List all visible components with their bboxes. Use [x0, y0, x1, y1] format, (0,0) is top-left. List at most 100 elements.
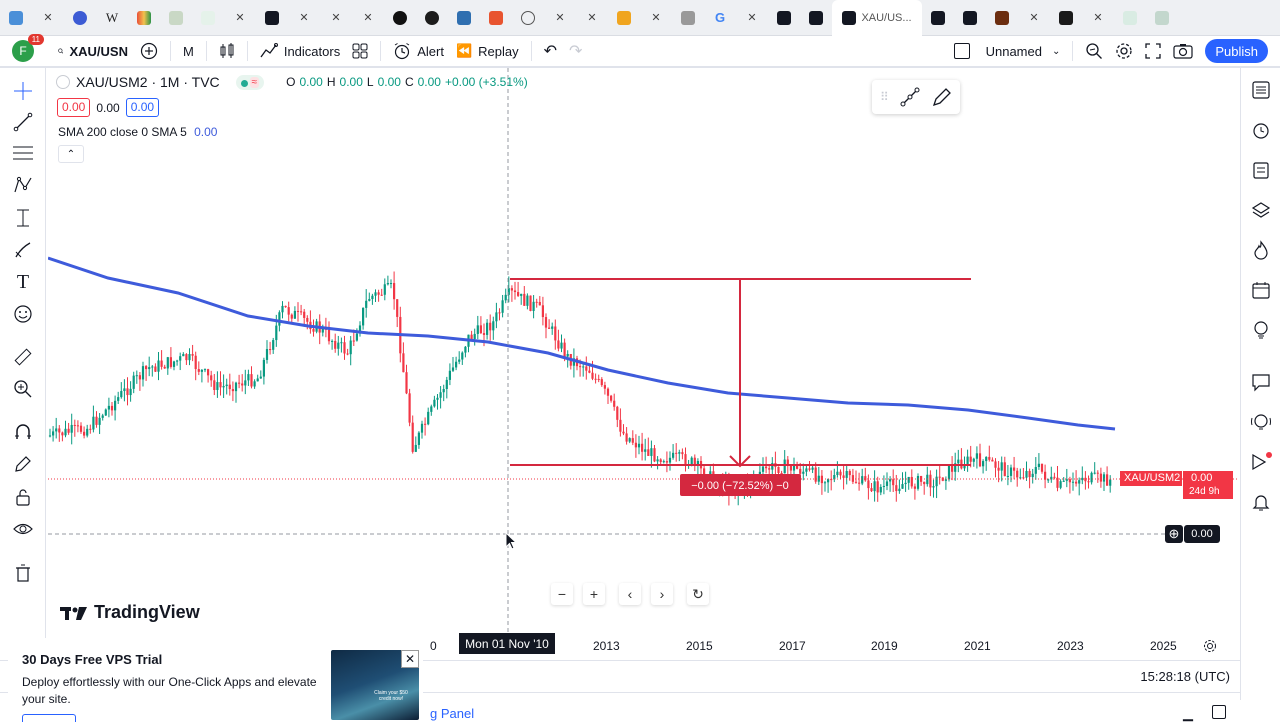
tab-close-5[interactable]: ✕	[544, 0, 576, 36]
calendar-button[interactable]	[1249, 278, 1273, 302]
tab-close-6[interactable]: ✕	[576, 0, 608, 36]
brush-tool[interactable]	[12, 239, 34, 261]
tab-close-8[interactable]: ✕	[736, 0, 768, 36]
tab-bars[interactable]	[608, 0, 640, 36]
fullscreen-button[interactable]	[1139, 36, 1167, 66]
tab-favicon-7[interactable]	[672, 0, 704, 36]
price-chart[interactable]: −0.00 (−72.52%) −0	[48, 68, 1238, 638]
templates-button[interactable]	[346, 36, 374, 66]
publish-button[interactable]: Publish	[1205, 39, 1268, 63]
tradingview-logo[interactable]: TradingView	[60, 602, 200, 623]
ruler-tool[interactable]	[12, 346, 34, 368]
icon-tool[interactable]	[12, 303, 34, 325]
trading-panel-tab[interactable]: g Panel	[430, 706, 474, 721]
tab-close-10[interactable]: ✕	[1082, 0, 1114, 36]
symbol-search[interactable]: XAU/USN	[52, 36, 134, 66]
tab-tv-2[interactable]	[768, 0, 800, 36]
tab-favicon-8[interactable]	[986, 0, 1018, 36]
quick-search-button[interactable]	[1079, 36, 1109, 66]
drag-handle-icon[interactable]: ⠿	[880, 90, 889, 104]
tab-favicon-6[interactable]	[480, 0, 512, 36]
buy-price[interactable]: 0.00	[125, 98, 160, 117]
tab-news[interactable]	[128, 0, 160, 36]
tab-close-3[interactable]: ✕	[320, 0, 352, 36]
zoom-in-button[interactable]: +	[583, 583, 605, 605]
watchlist-button[interactable]	[1249, 78, 1273, 102]
streams-button[interactable]	[1249, 450, 1273, 474]
tab-compass[interactable]	[512, 0, 544, 36]
indicators-button[interactable]: Indicators	[254, 36, 346, 66]
tab-favicon-4[interactable]	[416, 0, 448, 36]
crosshair-tool[interactable]	[12, 80, 34, 102]
scroll-left-button[interactable]: ‹	[619, 583, 641, 605]
tab-favicon-2[interactable]	[64, 0, 96, 36]
tab-x-icon[interactable]: ✕	[32, 0, 64, 36]
user-menu[interactable]: F 11	[0, 34, 44, 66]
chart-type-button[interactable]	[213, 36, 241, 66]
magnet-tool[interactable]	[12, 421, 34, 443]
fib-tool[interactable]	[12, 142, 34, 164]
tab-wikipedia[interactable]: W	[96, 0, 128, 36]
chats-button[interactable]	[1249, 370, 1273, 394]
avatar[interactable]: F 11	[12, 34, 44, 62]
tab-close-9[interactable]: ✕	[1018, 0, 1050, 36]
sma-legend[interactable]: SMA 200 close 0 SMA 5 0.00	[58, 125, 217, 139]
visibility-tool[interactable]	[12, 518, 34, 540]
tab-google[interactable]: G	[704, 0, 736, 36]
line-style-icon[interactable]	[899, 86, 921, 108]
ad-cta-button[interactable]	[22, 714, 76, 722]
tab-favicon-5[interactable]	[448, 0, 480, 36]
ad-close-button[interactable]: ✕	[401, 650, 419, 668]
tab-favicon-3[interactable]	[384, 0, 416, 36]
collapse-legend-button[interactable]: ⌃	[58, 145, 84, 163]
tab-close-4[interactable]: ✕	[352, 0, 384, 36]
redo-button[interactable]: ↷	[563, 36, 588, 66]
tab-active[interactable]: XAU/US...	[832, 0, 922, 36]
settings-button[interactable]	[1109, 36, 1139, 66]
snapshot-button[interactable]	[1167, 36, 1199, 66]
prediction-tool[interactable]	[12, 207, 34, 229]
tab-chart-3[interactable]	[1114, 0, 1146, 36]
tab-close-2[interactable]: ✕	[288, 0, 320, 36]
lock-tool[interactable]	[12, 486, 34, 508]
sell-price[interactable]: 0.00	[57, 98, 91, 117]
replay-button[interactable]: ⏪ Replay	[450, 36, 525, 66]
legend-title[interactable]: XAU/USM2 · 1M · TVC	[76, 74, 220, 90]
zoom-tool[interactable]	[12, 378, 34, 400]
ideas-button[interactable]	[1249, 318, 1273, 342]
alerts-button[interactable]	[1249, 118, 1273, 142]
tab-favicon-1[interactable]	[0, 0, 32, 36]
utc-clock[interactable]: 15:28:18 (UTC)	[1140, 669, 1230, 684]
scroll-right-button[interactable]: ›	[651, 583, 673, 605]
zoom-out-button[interactable]: −	[551, 583, 573, 605]
tab-chart-2[interactable]	[192, 0, 224, 36]
maximize-icon[interactable]	[1212, 705, 1226, 719]
undo-button[interactable]: ↶	[538, 36, 563, 66]
help-button[interactable]	[1249, 410, 1273, 434]
ad-banner[interactable]: 30 Days Free VPS Trial Deploy effortless…	[8, 646, 423, 722]
tab-tv-3[interactable]	[800, 0, 832, 36]
tab-tv-1[interactable]	[256, 0, 288, 36]
tab-favicon-10[interactable]	[1146, 0, 1178, 36]
tab-close-1[interactable]: ✕	[224, 0, 256, 36]
delete-tool[interactable]	[12, 562, 34, 584]
reset-chart-button[interactable]: ↻	[687, 583, 709, 605]
compare-button[interactable]	[134, 36, 164, 66]
pattern-tool[interactable]	[12, 174, 34, 196]
notifications-button[interactable]	[1249, 490, 1273, 514]
trendline-tool[interactable]	[12, 111, 34, 133]
tab-favicon-9[interactable]	[1050, 0, 1082, 36]
tab-tv-5[interactable]	[954, 0, 986, 36]
keep-drawing-tool[interactable]	[12, 453, 34, 475]
interval-button[interactable]: M	[177, 36, 200, 66]
pen-icon[interactable]	[931, 86, 953, 108]
tab-chart-1[interactable]	[160, 0, 192, 36]
layers-button[interactable]	[1249, 198, 1273, 222]
text-tool[interactable]: T	[12, 271, 34, 293]
market-status[interactable]: ≈	[235, 74, 265, 90]
layout-menu[interactable]: Unnamed ⌄	[948, 36, 1067, 66]
axis-settings-gear-icon[interactable]	[1203, 639, 1217, 653]
hotlists-button[interactable]	[1249, 238, 1273, 262]
object-tree-button[interactable]	[1249, 158, 1273, 182]
add-alert-plus-button[interactable]: ⊕	[1165, 525, 1183, 543]
